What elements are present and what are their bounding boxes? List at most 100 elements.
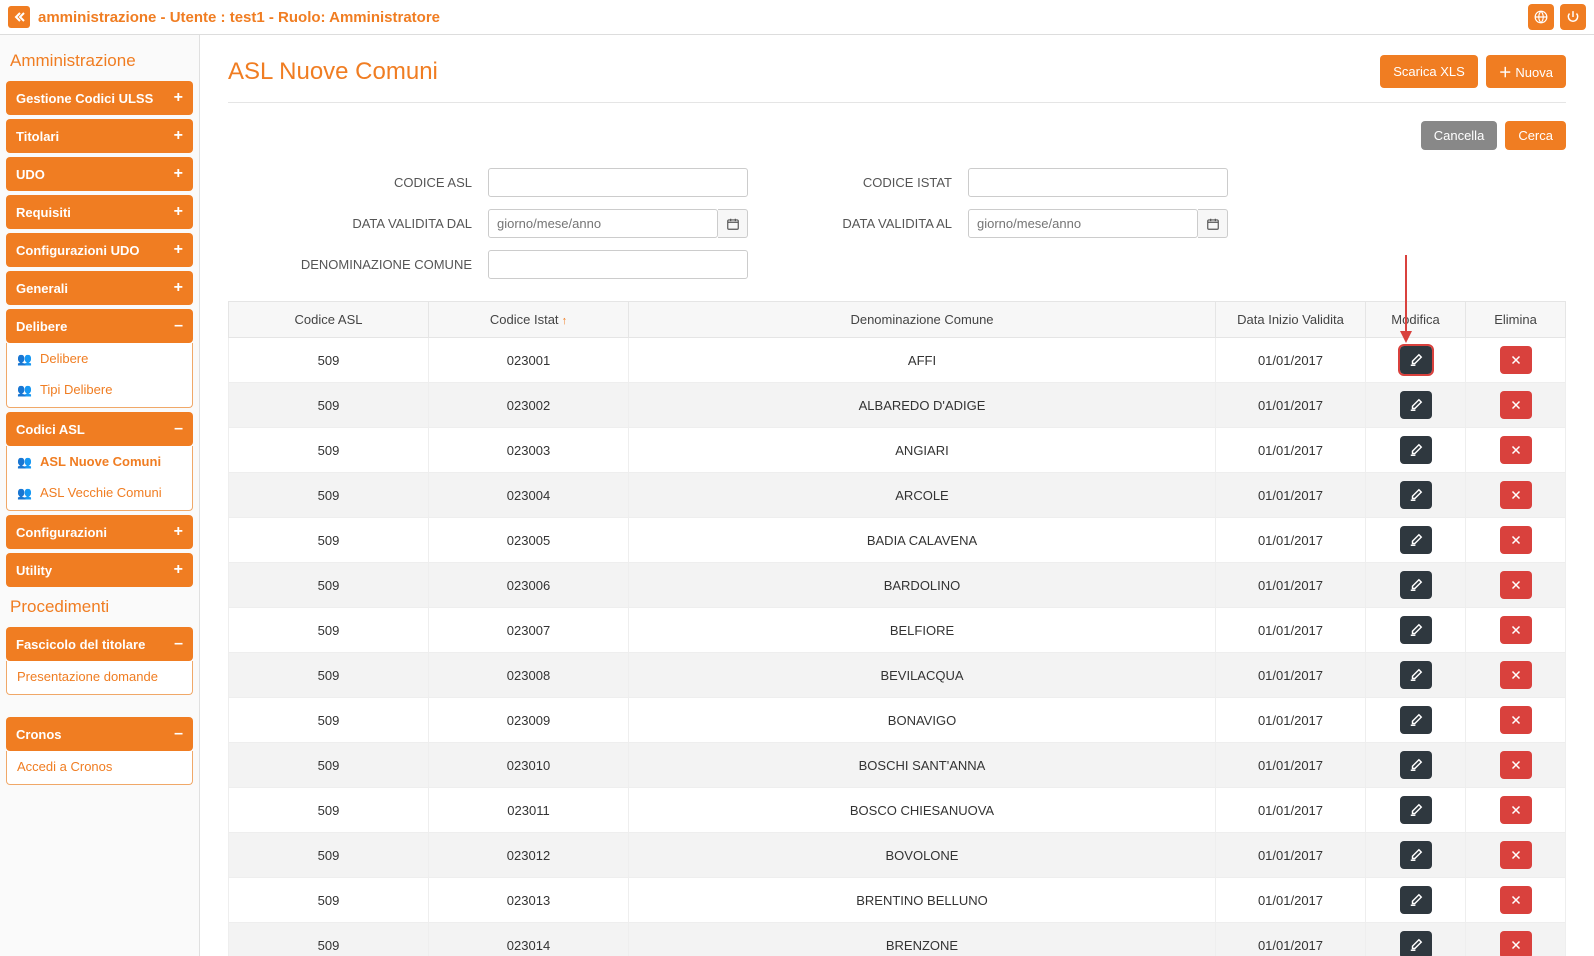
edit-button[interactable] — [1400, 706, 1432, 734]
search-button[interactable]: Cerca — [1505, 121, 1566, 150]
sidebar-group-fascicolo[interactable]: Fascicolo del titolare – — [6, 627, 193, 661]
delete-button[interactable] — [1500, 391, 1532, 419]
delete-button[interactable] — [1500, 796, 1532, 824]
column-header[interactable]: Elimina — [1466, 302, 1566, 338]
cell-istat: 023009 — [429, 698, 629, 743]
calendar-icon[interactable] — [718, 209, 748, 238]
cell-comune: BEVILACQUA — [629, 653, 1216, 698]
sidebar-group[interactable]: Gestione Codici ULSS+ — [6, 81, 193, 115]
edit-button[interactable] — [1400, 796, 1432, 824]
codice-asl-input[interactable] — [488, 168, 748, 197]
edit-button[interactable] — [1400, 661, 1432, 689]
cell-data: 01/01/2017 — [1216, 878, 1366, 923]
sidebar-item-label: Tipi Delibere — [40, 382, 113, 397]
edit-button[interactable] — [1400, 481, 1432, 509]
delete-button[interactable] — [1500, 346, 1532, 374]
sidebar-group-label: Utility — [16, 563, 52, 578]
cell-comune: BRENTINO BELLUNO — [629, 878, 1216, 923]
edit-button[interactable] — [1400, 841, 1432, 869]
cell-istat: 023012 — [429, 833, 629, 878]
delete-button[interactable] — [1500, 436, 1532, 464]
column-header[interactable]: Codice Istat — [429, 302, 629, 338]
main-content: ASL Nuove Comuni Scarica XLS ＋ Nuova Can… — [200, 35, 1594, 956]
edit-button[interactable] — [1400, 526, 1432, 554]
sidebar-item[interactable]: Delibere — [7, 343, 192, 374]
sidebar-item[interactable]: ASL Nuove Comuni — [7, 446, 192, 477]
delete-button[interactable] — [1500, 571, 1532, 599]
column-header[interactable]: Codice ASL — [229, 302, 429, 338]
sidebar-item[interactable]: Accedi a Cronos — [7, 751, 192, 782]
delete-button[interactable] — [1500, 931, 1532, 956]
sidebar-group[interactable]: Utility + — [6, 553, 193, 587]
table-row: 509023007BELFIORE01/01/2017 — [229, 608, 1566, 653]
sidebar-group[interactable]: Titolari+ — [6, 119, 193, 153]
globe-icon[interactable] — [1528, 4, 1554, 30]
denominazione-input[interactable] — [488, 250, 748, 279]
column-header[interactable]: Denominazione Comune — [629, 302, 1216, 338]
cell-istat: 023001 — [429, 338, 629, 383]
delete-button[interactable] — [1500, 661, 1532, 689]
cell-istat: 023004 — [429, 473, 629, 518]
sidebar-group-delibere[interactable]: Delibere – — [6, 309, 193, 343]
cell-comune: BRENZONE — [629, 923, 1216, 956]
download-xls-button[interactable]: Scarica XLS — [1380, 55, 1478, 88]
filter-label: CODICE ISTAT — [758, 175, 958, 190]
cell-asl: 509 — [229, 473, 429, 518]
delete-button[interactable] — [1500, 706, 1532, 734]
delete-button[interactable] — [1500, 841, 1532, 869]
cell-asl: 509 — [229, 878, 429, 923]
new-button[interactable]: ＋ Nuova — [1486, 55, 1566, 88]
sidebar-item[interactable]: Tipi Delibere — [7, 374, 192, 405]
codice-istat-input[interactable] — [968, 168, 1228, 197]
edit-button[interactable] — [1400, 436, 1432, 464]
sidebar-item[interactable]: Presentazione domande — [7, 661, 192, 692]
cell-istat: 023008 — [429, 653, 629, 698]
expand-icon: + — [174, 241, 183, 259]
edit-button[interactable] — [1400, 931, 1432, 956]
sidebar-group-label: Configurazioni UDO — [16, 243, 140, 258]
expand-icon: + — [174, 561, 183, 579]
edit-button[interactable] — [1400, 571, 1432, 599]
collapse-sidebar-button[interactable] — [8, 6, 30, 28]
cancel-button[interactable]: Cancella — [1421, 121, 1498, 150]
sidebar-group[interactable]: Requisiti+ — [6, 195, 193, 229]
cell-asl: 509 — [229, 383, 429, 428]
edit-button[interactable] — [1400, 886, 1432, 914]
cell-istat: 023003 — [429, 428, 629, 473]
sidebar-group[interactable]: Configurazioni UDO + — [6, 233, 193, 267]
sidebar-group-label: Titolari — [16, 129, 59, 144]
delete-button[interactable] — [1500, 526, 1532, 554]
sidebar-group[interactable]: UDO+ — [6, 157, 193, 191]
column-header[interactable]: Modifica — [1366, 302, 1466, 338]
sidebar-item-label: Delibere — [40, 351, 88, 366]
sidebar-item[interactable]: ASL Vecchie Comuni — [7, 477, 192, 508]
delete-button[interactable] — [1500, 751, 1532, 779]
cell-istat: 023010 — [429, 743, 629, 788]
edit-button[interactable] — [1400, 346, 1432, 374]
delete-button[interactable] — [1500, 481, 1532, 509]
edit-button[interactable] — [1400, 616, 1432, 644]
cell-comune: ARCOLE — [629, 473, 1216, 518]
sidebar-group[interactable]: Configurazioni+ — [6, 515, 193, 549]
cell-data: 01/01/2017 — [1216, 428, 1366, 473]
data-al-input[interactable] — [968, 209, 1198, 238]
edit-button[interactable] — [1400, 751, 1432, 779]
calendar-icon[interactable] — [1198, 209, 1228, 238]
cell-istat: 023005 — [429, 518, 629, 563]
edit-button[interactable] — [1400, 391, 1432, 419]
delete-button[interactable] — [1500, 616, 1532, 644]
expand-icon: + — [174, 279, 183, 297]
sidebar-group[interactable]: Generali+ — [6, 271, 193, 305]
sidebar-section-title: Amministrazione — [10, 51, 189, 71]
data-dal-input[interactable] — [488, 209, 718, 238]
table-row: 509023011BOSCO CHIESANUOVA01/01/2017 — [229, 788, 1566, 833]
cell-data: 01/01/2017 — [1216, 518, 1366, 563]
sidebar-group-codici-asl[interactable]: Codici ASL – — [6, 412, 193, 446]
cell-data: 01/01/2017 — [1216, 743, 1366, 788]
power-icon[interactable] — [1560, 4, 1586, 30]
table-row: 509023006BARDOLINO01/01/2017 — [229, 563, 1566, 608]
sidebar-group-cronos[interactable]: Cronos – — [6, 717, 193, 751]
delete-button[interactable] — [1500, 886, 1532, 914]
column-header[interactable]: Data Inizio Validita — [1216, 302, 1366, 338]
cell-data: 01/01/2017 — [1216, 698, 1366, 743]
